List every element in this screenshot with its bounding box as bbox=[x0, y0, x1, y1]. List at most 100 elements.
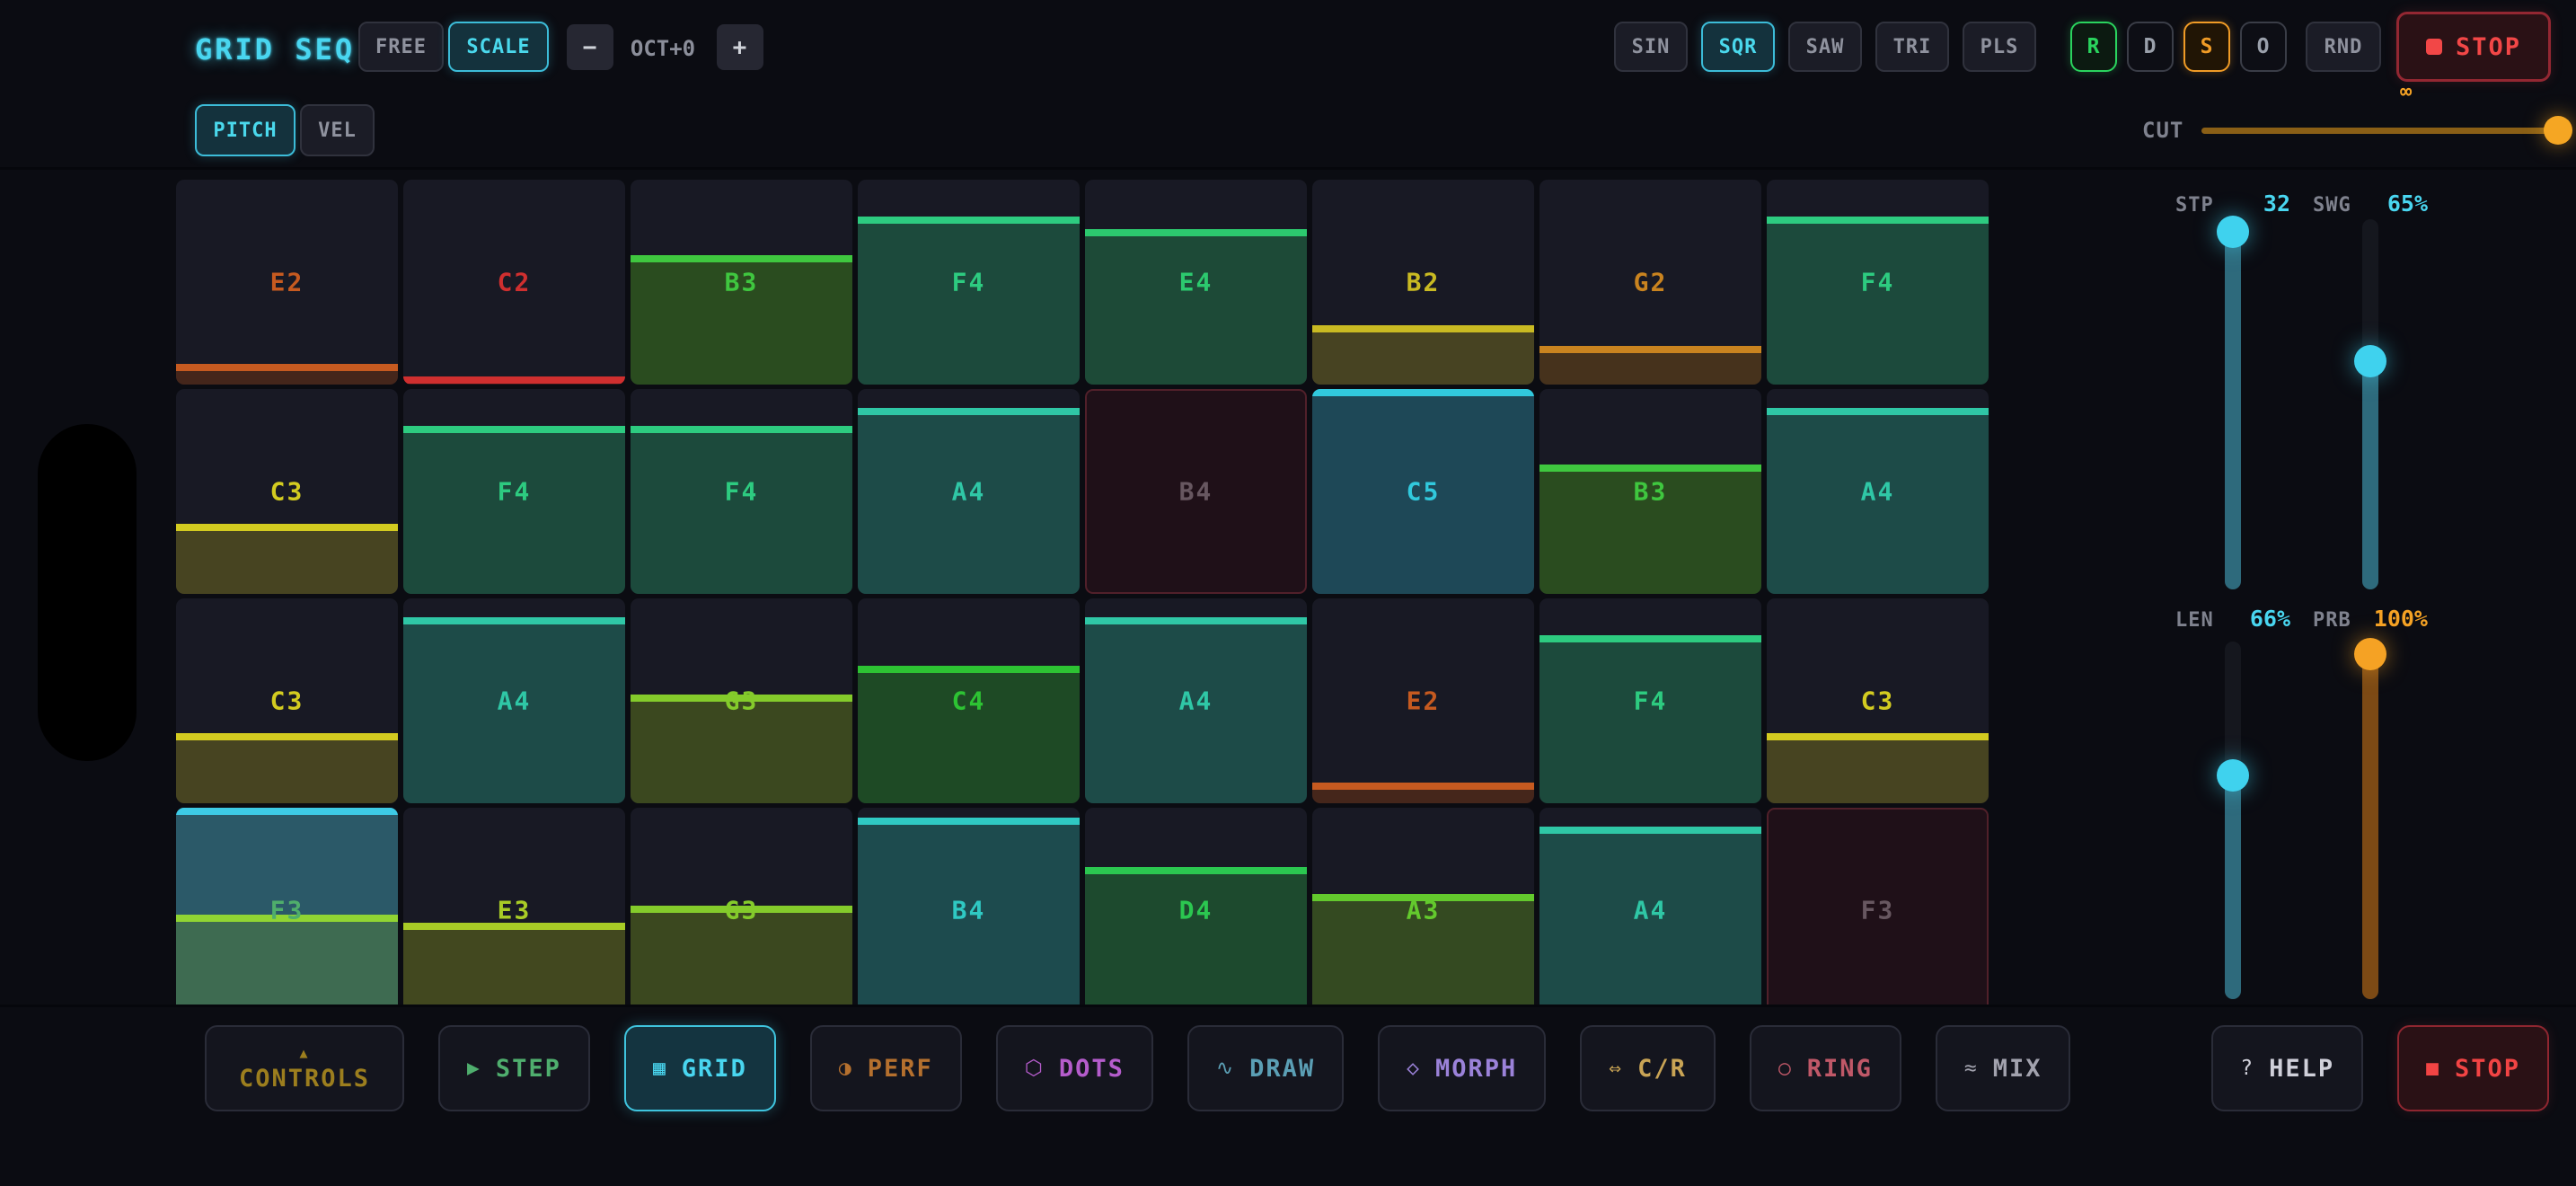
envelope-button-s[interactable]: S bbox=[2183, 22, 2230, 72]
grid-cell-6-B2[interactable]: B2 bbox=[1312, 180, 1534, 385]
swing-slider-track[interactable] bbox=[2362, 219, 2378, 589]
waveform-button-tri[interactable]: TRI bbox=[1875, 22, 1949, 72]
randomize-button[interactable]: RND bbox=[2306, 22, 2381, 72]
cell-note-label: B3 bbox=[631, 268, 852, 297]
cut-slider-knob[interactable] bbox=[2544, 116, 2572, 145]
ring-icon: ○ bbox=[1778, 1057, 1793, 1080]
grid-cell-7-G2[interactable]: G2 bbox=[1539, 180, 1761, 385]
grid-cell-31-A4[interactable]: A4 bbox=[1539, 808, 1761, 1005]
cell-note-label: C2 bbox=[403, 268, 625, 297]
grid-cell-22-E2[interactable]: E2 bbox=[1312, 598, 1534, 803]
grid-cell-9-C3[interactable]: C3 bbox=[176, 389, 398, 594]
cell-note-label: E3 bbox=[403, 896, 625, 925]
footer-tab-bar: ▲CONTROLS ▶STEP ▦GRID ◑PERF ⬡DOTS ∿DRAW ◇MORPH… bbox=[205, 1025, 2549, 1111]
cell-note-label: G3 bbox=[631, 896, 852, 925]
envelope-button-o[interactable]: O bbox=[2240, 22, 2287, 72]
footer-tab-grid[interactable]: ▦GRID bbox=[624, 1025, 776, 1111]
footer-tab-perf[interactable]: ◑PERF bbox=[810, 1025, 962, 1111]
footer-tab-morph[interactable]: ◇MORPH bbox=[1378, 1025, 1546, 1111]
cell-note-label: G3 bbox=[631, 686, 852, 716]
grid-cell-28-B4[interactable]: B4 bbox=[858, 808, 1080, 1005]
footer-tab-controls[interactable]: ▲CONTROLS bbox=[205, 1025, 404, 1111]
grid-cell-25-F3[interactable]: F3 bbox=[176, 808, 398, 1005]
cut-slider-track[interactable] bbox=[2201, 128, 2558, 134]
length-slider-value: 66% bbox=[2250, 606, 2290, 632]
cell-fill-cap bbox=[1539, 346, 1761, 353]
grid-cell-15-B3[interactable]: B3 bbox=[1539, 389, 1761, 594]
footer-tab-dots[interactable]: ⬡DOTS bbox=[996, 1025, 1153, 1111]
grid-cell-8-F4[interactable]: F4 bbox=[1767, 180, 1989, 385]
grid-cell-29-D4[interactable]: D4 bbox=[1085, 808, 1307, 1005]
cell-note-label: A4 bbox=[1539, 896, 1761, 925]
cell-fill-cap bbox=[403, 617, 625, 624]
waveform-button-pls[interactable]: PLS bbox=[1963, 22, 2036, 72]
stop-button-label: STOP bbox=[2456, 33, 2521, 61]
waveform-button-saw[interactable]: SAW bbox=[1788, 22, 1862, 72]
probability-slider-fill bbox=[2362, 651, 2378, 999]
grid-cell-3-B3[interactable]: B3 bbox=[631, 180, 852, 385]
probability-slider-track[interactable] bbox=[2362, 642, 2378, 999]
footer-tab-c-r[interactable]: ⇔C/R bbox=[1580, 1025, 1716, 1111]
footer-tab-ring[interactable]: ○RING bbox=[1750, 1025, 1901, 1111]
cell-note-label: F4 bbox=[631, 477, 852, 507]
app-title: GRID SEQ bbox=[195, 32, 355, 66]
probability-slider-knob[interactable] bbox=[2354, 638, 2386, 670]
vel-view-button[interactable]: VEL bbox=[300, 104, 375, 156]
grid-cell-23-F4[interactable]: F4 bbox=[1539, 598, 1761, 803]
step-icon: ▶ bbox=[467, 1057, 481, 1080]
grid-cell-30-A3[interactable]: A3 bbox=[1312, 808, 1534, 1005]
stop-button-top[interactable]: STOP bbox=[2396, 12, 2551, 82]
grid-cell-1-E2[interactable]: E2 bbox=[176, 180, 398, 385]
probability-slider-label: PRB bbox=[2313, 609, 2351, 632]
grid-cell-21-A4[interactable]: A4 bbox=[1085, 598, 1307, 803]
swing-slider-fill bbox=[2362, 358, 2378, 589]
grid-cell-5-E4[interactable]: E4 bbox=[1085, 180, 1307, 385]
grid-cell-11-F4[interactable]: F4 bbox=[631, 389, 852, 594]
grid-cell-19-G3[interactable]: G3 bbox=[631, 598, 852, 803]
cell-note-label: A4 bbox=[403, 686, 625, 716]
grid-cell-17-C3[interactable]: C3 bbox=[176, 598, 398, 803]
cell-note-label: E2 bbox=[176, 268, 398, 297]
octave-plus-button[interactable]: + bbox=[717, 24, 763, 70]
grid-cell-16-A4[interactable]: A4 bbox=[1767, 389, 1989, 594]
grid-cell-4-F4[interactable]: F4 bbox=[858, 180, 1080, 385]
length-slider-knob[interactable] bbox=[2217, 759, 2249, 792]
envelope-button-r[interactable]: R bbox=[2070, 22, 2117, 72]
footer-tab-draw[interactable]: ∿DRAW bbox=[1187, 1025, 1344, 1111]
length-slider-track[interactable] bbox=[2225, 642, 2241, 999]
pitch-view-button[interactable]: PITCH bbox=[195, 104, 296, 156]
grid-cell-10-F4[interactable]: F4 bbox=[403, 389, 625, 594]
scale-mode-button[interactable]: SCALE bbox=[448, 22, 549, 72]
cell-fill-cap bbox=[176, 733, 398, 740]
steps-slider-track[interactable] bbox=[2225, 219, 2241, 589]
grid-cell-13-B4[interactable]: B4 bbox=[1085, 389, 1307, 594]
waveform-button-sin[interactable]: SIN bbox=[1614, 22, 1688, 72]
grid-cell-20-C4[interactable]: C4 bbox=[858, 598, 1080, 803]
grid-cell-24-C3[interactable]: C3 bbox=[1767, 598, 1989, 803]
cut-slider-group: CUT bbox=[2142, 104, 2558, 156]
envelope-button-d[interactable]: D bbox=[2127, 22, 2174, 72]
waveform-button-sqr[interactable]: SQR bbox=[1701, 22, 1775, 72]
grid-cell-2-C2[interactable]: C2 bbox=[403, 180, 625, 385]
footer-tab-stop[interactable]: ■STOP bbox=[2397, 1025, 2549, 1111]
swing-slider-value: 65% bbox=[2387, 190, 2428, 217]
octave-minus-button[interactable]: − bbox=[567, 24, 613, 70]
grid-cell-27-G3[interactable]: G3 bbox=[631, 808, 852, 1005]
free-mode-button[interactable]: FREE bbox=[358, 22, 444, 72]
grid-cell-32-F3[interactable]: F3 bbox=[1767, 808, 1989, 1005]
steps-slider: STP 32 bbox=[2175, 190, 2290, 217]
cell-note-label: A4 bbox=[858, 477, 1080, 507]
steps-slider-value: 32 bbox=[2263, 190, 2290, 217]
footer-tab-help[interactable]: ?HELP bbox=[2211, 1025, 2363, 1111]
controls-icon: ▲ bbox=[300, 1045, 310, 1061]
footer-tab-step[interactable]: ▶STEP bbox=[438, 1025, 590, 1111]
grid-cell-12-A4[interactable]: A4 bbox=[858, 389, 1080, 594]
footer-tab-mix[interactable]: ≈MIX bbox=[1936, 1025, 2071, 1111]
grid-cell-18-A4[interactable]: A4 bbox=[403, 598, 625, 803]
probability-slider: PRB 100% bbox=[2313, 606, 2428, 632]
swing-slider-knob[interactable] bbox=[2354, 345, 2386, 377]
grid-cell-26-E3[interactable]: E3 bbox=[403, 808, 625, 1005]
steps-slider-knob[interactable] bbox=[2217, 216, 2249, 248]
cell-fill-cap bbox=[1539, 465, 1761, 472]
grid-cell-14-C5[interactable]: C5 bbox=[1312, 389, 1534, 594]
